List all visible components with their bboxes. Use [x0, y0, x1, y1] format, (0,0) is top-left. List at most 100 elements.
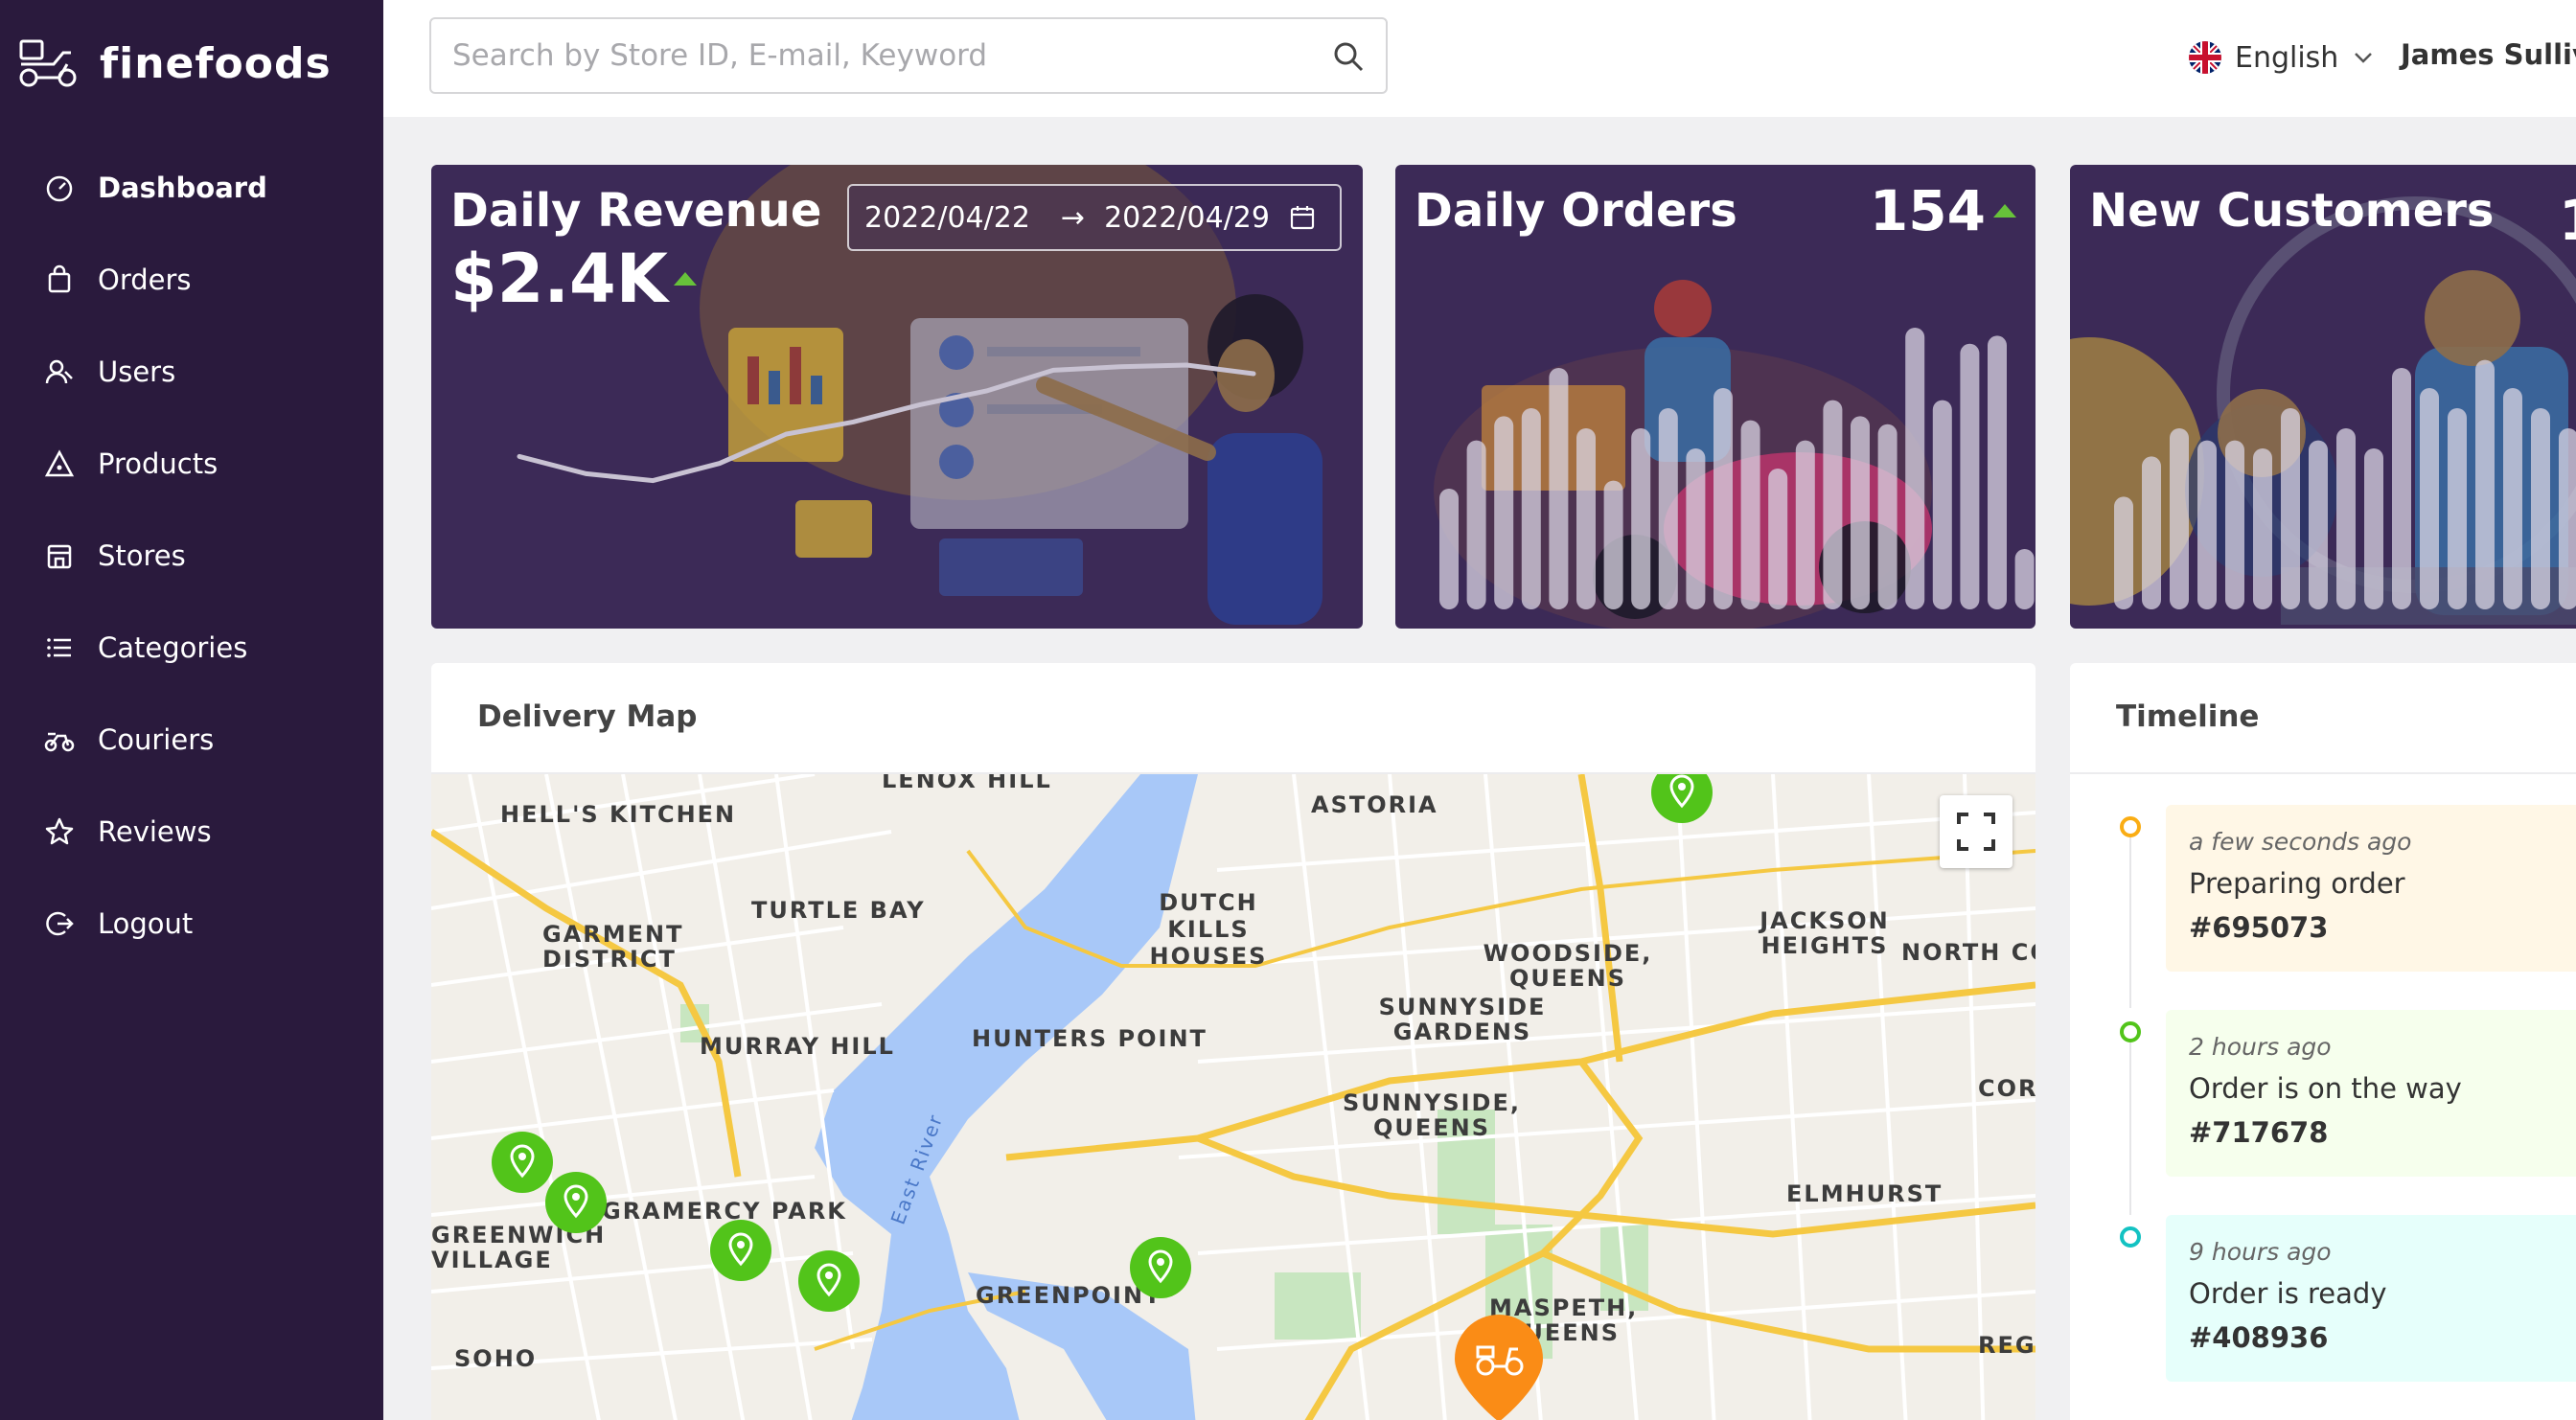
courier-map-marker-icon[interactable] [1451, 1311, 1547, 1420]
timeline-status: Order is on the way [2189, 1072, 2462, 1105]
customers-bar [2197, 440, 2217, 609]
new-customers-card: New Customers 1 [2070, 165, 2576, 629]
timeline-item[interactable]: 9 hours ago Order is ready #408936 [2166, 1215, 2576, 1382]
sidebar: finefoods Dashboard Orders Users Product… [0, 0, 383, 1420]
date-range-arrow: → [1060, 200, 1086, 235]
orders-bar [1740, 420, 1760, 609]
map-label: ASTORIA [1311, 791, 1438, 818]
uk-flag-icon [2189, 41, 2221, 74]
customers-bar [2309, 440, 2328, 609]
orders-value: 154 [1869, 178, 1986, 243]
star-icon [45, 817, 74, 845]
map-pin-icon[interactable] [1127, 1234, 1194, 1301]
customers-bar [2559, 428, 2576, 609]
map-pin-icon[interactable] [542, 1169, 610, 1236]
map-label: GARMENT DISTRICT [542, 921, 684, 973]
divider [2070, 772, 2576, 774]
fullscreen-button[interactable] [1940, 795, 2012, 868]
customers-bar [2392, 368, 2411, 609]
timeline-order-number: #408936 [2189, 1321, 2329, 1354]
timeline-item[interactable]: 2 hours ago Order is on the way #717678 [2166, 1010, 2576, 1177]
map-pin-icon[interactable] [795, 1248, 862, 1315]
fullscreen-icon [1957, 813, 1995, 851]
map-pin-icon[interactable] [707, 1217, 774, 1284]
orders-bar [1686, 448, 1706, 609]
date-range-picker[interactable]: 2022/04/22 → 2022/04/29 [847, 184, 1342, 251]
sidebar-item-label: Reviews [98, 815, 212, 848]
orders-bar [1960, 343, 1980, 609]
users-icon [45, 359, 73, 384]
sidebar-item-stores[interactable]: Stores [0, 510, 383, 602]
orders-bar [1494, 416, 1514, 609]
search-icon[interactable] [1332, 40, 1365, 73]
map-label: JACKSON HEIGHTS [1760, 907, 1890, 959]
search-input[interactable] [452, 33, 1315, 79]
revenue-line [517, 362, 1256, 484]
map-label: REGO [1978, 1332, 2036, 1359]
sidebar-item-label: Categories [98, 631, 248, 664]
sidebar-item-logout[interactable]: Logout [0, 878, 383, 970]
customers-bar [2336, 428, 2356, 609]
pizza-icon [44, 449, 75, 477]
brand-logo[interactable]: finefoods [15, 33, 332, 94]
timeline-item[interactable]: a few seconds ago Preparing order #69507… [2166, 805, 2576, 972]
map-label: DUTCH KILLS HOUSES [1149, 889, 1268, 970]
timeline-time: 2 hours ago [2189, 1033, 2332, 1061]
map-label: HELL'S KITCHEN [500, 801, 737, 828]
timeline-connector [2129, 836, 2131, 1008]
list-icon [47, 638, 71, 657]
revenue-title: Daily Revenue $2.4K [450, 184, 822, 318]
map-label: SUNNYSIDE GARDENS [1378, 994, 1547, 1045]
sidebar-item-dashboard[interactable]: Dashboard [0, 142, 383, 234]
dashboard-icon [46, 175, 73, 202]
map-label: TURTLE BAY [751, 897, 926, 924]
sidebar-item-label: Couriers [98, 723, 215, 756]
map-label: SUNNYSIDE, QUEENS [1343, 1089, 1521, 1141]
timeline-dot [2120, 816, 2141, 837]
sidebar-item-label: Users [98, 355, 176, 388]
orders-bar [1576, 428, 1596, 609]
sidebar-item-orders[interactable]: Orders [0, 234, 383, 326]
map-label: ELMHURST [1786, 1180, 1944, 1207]
sidebar-item-label: Logout [98, 907, 194, 940]
sidebar-item-label: Stores [98, 539, 186, 572]
shopping-bag-icon [48, 264, 71, 293]
date-end[interactable]: 2022/04/29 [1104, 201, 1270, 235]
orders-bar [1631, 428, 1651, 609]
delivery-map[interactable]: LENOX HILL HELL'S KITCHEN TURTLE BAY GAR… [431, 774, 2036, 1420]
customers-bar [2420, 388, 2439, 609]
map-label: SOHO [454, 1345, 538, 1372]
orders-bar [1823, 400, 1843, 609]
customers-bar [2448, 408, 2467, 609]
orders-bar [1603, 480, 1623, 609]
sidebar-item-couriers[interactable]: Couriers [0, 694, 383, 786]
customers-bar [2281, 408, 2300, 609]
sidebar-item-products[interactable]: Products [0, 418, 383, 510]
orders-bar [1851, 416, 1870, 609]
sidebar-nav: Dashboard Orders Users Products Stores C… [0, 142, 383, 970]
sidebar-item-label: Orders [98, 263, 192, 296]
customers-bar [2531, 408, 2550, 609]
trend-up-icon [673, 272, 697, 286]
map-pin-icon[interactable] [1648, 774, 1715, 826]
store-icon [47, 544, 72, 569]
orders-bar [1714, 388, 1733, 609]
sidebar-item-users[interactable]: Users [0, 326, 383, 418]
user-name[interactable]: James Sullivan [2401, 38, 2576, 71]
orders-title: Daily Orders [1414, 184, 1737, 238]
sidebar-item-reviews[interactable]: Reviews [0, 786, 383, 878]
orders-bar [1439, 489, 1459, 609]
date-start[interactable]: 2022/04/22 [864, 201, 1030, 235]
revenue-value: $2.4K [450, 240, 668, 318]
trend-up-icon [1993, 204, 2016, 218]
timeline-order-number: #695073 [2189, 911, 2329, 944]
customers-bar [2142, 456, 2161, 609]
calendar-icon[interactable] [1289, 204, 1316, 231]
timeline-time: 9 hours ago [2189, 1238, 2332, 1266]
timeline-panel: Timeline a few seconds ago Preparing ord… [2070, 663, 2576, 1420]
sidebar-item-label: Products [98, 447, 218, 480]
timeline-connector [2129, 1042, 2131, 1215]
language-select[interactable]: English [2189, 33, 2375, 82]
orders-bar [1658, 408, 1678, 609]
sidebar-item-categories[interactable]: Categories [0, 602, 383, 694]
